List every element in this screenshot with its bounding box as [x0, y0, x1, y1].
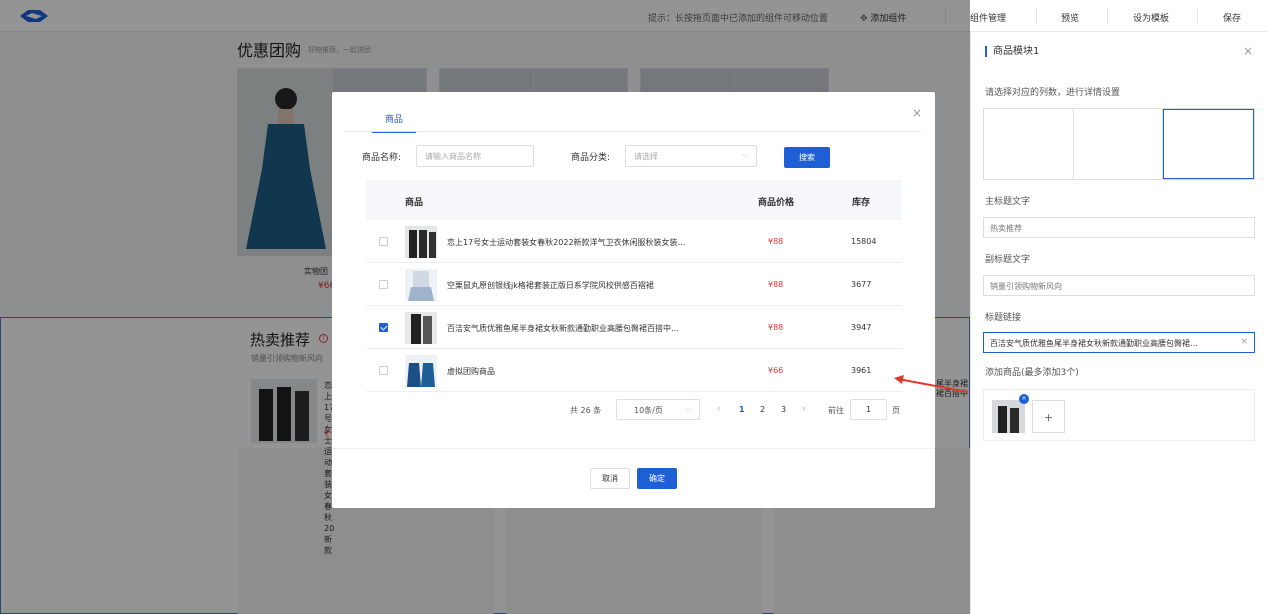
title-link-label: 标题链接	[985, 313, 1022, 323]
product-image	[405, 226, 437, 258]
footer-divider	[332, 448, 935, 449]
cancel-button[interactable]: 取消	[590, 468, 630, 489]
product-name: 百洁安气质优雅鱼尾半身裙女秋新款通勤职业高腰包臀裙百搭中…	[447, 324, 679, 333]
product-price: ¥88	[768, 323, 784, 332]
product-name: 虚拟团购商品	[447, 367, 495, 376]
sub-title-label: 副标题文字	[985, 255, 1031, 265]
page-1[interactable]: 1	[739, 405, 745, 414]
column-option-3[interactable]	[1163, 109, 1255, 179]
added-product-image[interactable]	[992, 400, 1025, 433]
row-checkbox[interactable]	[379, 323, 388, 332]
product-stock: 3947	[851, 323, 872, 332]
product-price: ¥88	[768, 280, 784, 289]
component-manage-button[interactable]: 组件管理	[970, 11, 1006, 24]
table-row[interactable]: 虚拟团购商品 ¥66 3961	[366, 349, 902, 392]
column-option-1[interactable]	[984, 109, 1074, 179]
product-name-input[interactable]: 请输入商品名称	[416, 145, 534, 167]
category-placeholder: 请选择	[634, 152, 658, 161]
page-2[interactable]: 2	[760, 405, 765, 414]
product-select-dialog: 商品 × 商品名称: 请输入商品名称 商品分类: 请选择 ⌵ 搜索 商品 商品价…	[332, 92, 935, 508]
title-link-value: 百洁安气质优雅鱼尾半身裙女秋新款通勤职业高腰包臀裙…	[990, 339, 1198, 348]
confirm-button[interactable]: 确定	[637, 468, 677, 489]
settings-panel: 商品模块1 × 请选择对应的列数，进行详情设置 主标题文字 热卖推荐 副标题文字…	[970, 32, 1267, 614]
close-icon[interactable]: ×	[1243, 44, 1253, 58]
product-stock: 3961	[851, 366, 872, 375]
table-row[interactable]: 空栗鼠丸原创银线jk格裙套装正版日系学院风校供感百褶裙 ¥88 3677	[366, 263, 902, 306]
product-table: 商品 商品价格 库存 恋上17号女士运动套装女春秋2022新款洋气卫衣休闲服秋装…	[366, 180, 902, 392]
product-name: 空栗鼠丸原创银线jk格裙套装正版日系学院风校供感百褶裙	[447, 281, 654, 290]
add-product-button[interactable]: +	[1032, 400, 1065, 433]
annotation-arrow-icon	[894, 375, 969, 393]
main-title-input[interactable]: 热卖推荐	[983, 217, 1255, 238]
set-template-button[interactable]: 设为模板	[1133, 11, 1169, 24]
product-image	[405, 355, 437, 387]
save-button[interactable]: 保存	[1223, 11, 1241, 24]
column-product: 商品	[405, 198, 424, 208]
product-name-label: 商品名称:	[362, 153, 402, 163]
row-checkbox[interactable]	[379, 366, 388, 375]
category-label: 商品分类:	[571, 153, 611, 163]
column-hint: 请选择对应的列数，进行详情设置	[985, 88, 1121, 98]
clear-icon[interactable]: ×	[1240, 337, 1248, 347]
product-price: ¥66	[768, 366, 784, 375]
tab-products[interactable]: 商品	[372, 112, 416, 133]
product-image	[405, 312, 437, 344]
page-3[interactable]: 3	[781, 405, 786, 414]
sub-title-input[interactable]: 销量引领购物新风向	[983, 275, 1255, 296]
product-stock: 3677	[851, 280, 872, 289]
table-row[interactable]: 百洁安气质优雅鱼尾半身裙女秋新款通勤职业高腰包臀裙百搭中… ¥88 3947	[366, 306, 902, 349]
page-size-select[interactable]: 10条/页 ⌵	[616, 399, 700, 420]
column-selector	[983, 108, 1255, 180]
panel-title: 商品模块1	[985, 46, 1039, 57]
page-jump-input[interactable]: 1	[850, 399, 887, 420]
product-price: ¥88	[768, 237, 784, 246]
column-option-2[interactable]	[1074, 109, 1164, 179]
search-button[interactable]: 搜索	[784, 147, 830, 168]
next-page-icon[interactable]: ›	[802, 404, 806, 414]
product-name: 恋上17号女士运动套装女春秋2022新款洋气卫衣休闲服秋装女装…	[447, 238, 686, 247]
column-stock: 库存	[852, 198, 871, 208]
chevron-down-icon: ⌵	[684, 404, 691, 413]
goto-label: 前往	[828, 406, 844, 415]
product-stock: 15804	[851, 237, 877, 246]
close-icon[interactable]: ×	[912, 106, 922, 120]
column-price: 商品价格	[758, 198, 795, 208]
remove-product-icon[interactable]: ×	[1019, 394, 1029, 404]
main-title-label: 主标题文字	[985, 197, 1031, 207]
table-row[interactable]: 恋上17号女士运动套装女春秋2022新款洋气卫衣休闲服秋装女装… ¥88 158…	[366, 220, 902, 263]
row-checkbox[interactable]	[379, 237, 388, 246]
add-product-label: 添加商品(最多添加3个)	[985, 368, 1079, 378]
pagination-total: 共 26 条	[570, 406, 602, 415]
table-header: 商品 商品价格 库存	[366, 180, 902, 220]
title-link-input[interactable]: 百洁安气质优雅鱼尾半身裙女秋新款通勤职业高腰包臀裙… ×	[983, 332, 1255, 353]
preview-button[interactable]: 预览	[1061, 11, 1079, 24]
chevron-down-icon: ⌵	[741, 150, 748, 159]
page-size-value: 10条/页	[634, 406, 663, 415]
product-image	[405, 269, 437, 301]
prev-page-icon[interactable]: ‹	[717, 404, 721, 414]
added-products: × +	[983, 389, 1255, 441]
row-checkbox[interactable]	[379, 280, 388, 289]
tab-divider	[344, 131, 921, 132]
category-select[interactable]: 请选择 ⌵	[625, 145, 757, 167]
